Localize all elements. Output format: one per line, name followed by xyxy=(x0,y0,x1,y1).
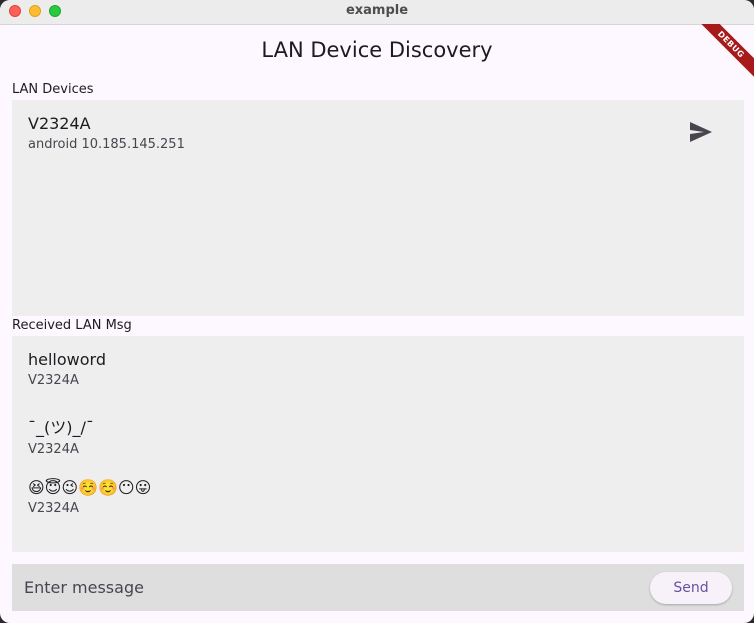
device-name: V2324A xyxy=(28,114,91,133)
message-text: helloword xyxy=(28,350,106,369)
messages-list: helloword V2324A ¯_(ツ)_/¯ V2324A 😆😇😉☺️☺️… xyxy=(12,336,744,552)
message-sender: V2324A xyxy=(28,501,79,516)
message-item: ¯_(ツ)_/¯ V2324A xyxy=(28,414,94,457)
app-window: example DEBUG LAN Device Discovery LAN D… xyxy=(0,0,754,623)
message-text: ¯_(ツ)_/¯ xyxy=(28,418,94,437)
message-sender: V2324A xyxy=(28,373,79,388)
messages-section-label: Received LAN Msg xyxy=(12,318,132,333)
message-sender: V2324A xyxy=(28,442,79,457)
message-input[interactable] xyxy=(12,564,632,611)
window-title: example xyxy=(345,3,409,18)
message-item: helloword V2324A xyxy=(28,350,106,388)
message-item: 😆😇😉☺️☺️😶😛 V2324A xyxy=(28,478,151,516)
send-button[interactable]: Send xyxy=(650,572,732,604)
device-info: android 10.185.145.251 xyxy=(28,137,185,152)
message-text: 😆😇😉☺️☺️😶😛 xyxy=(28,478,152,497)
send-icon[interactable] xyxy=(688,122,714,142)
message-composer: Send xyxy=(12,564,744,611)
title-bar: example xyxy=(0,0,754,25)
devices-section-label: LAN Devices xyxy=(12,82,94,97)
device-item[interactable]: V2324A android 10.185.145.251 xyxy=(28,114,185,152)
devices-list: V2324A android 10.185.145.251 xyxy=(12,100,744,316)
page-title: LAN Device Discovery xyxy=(261,38,493,62)
